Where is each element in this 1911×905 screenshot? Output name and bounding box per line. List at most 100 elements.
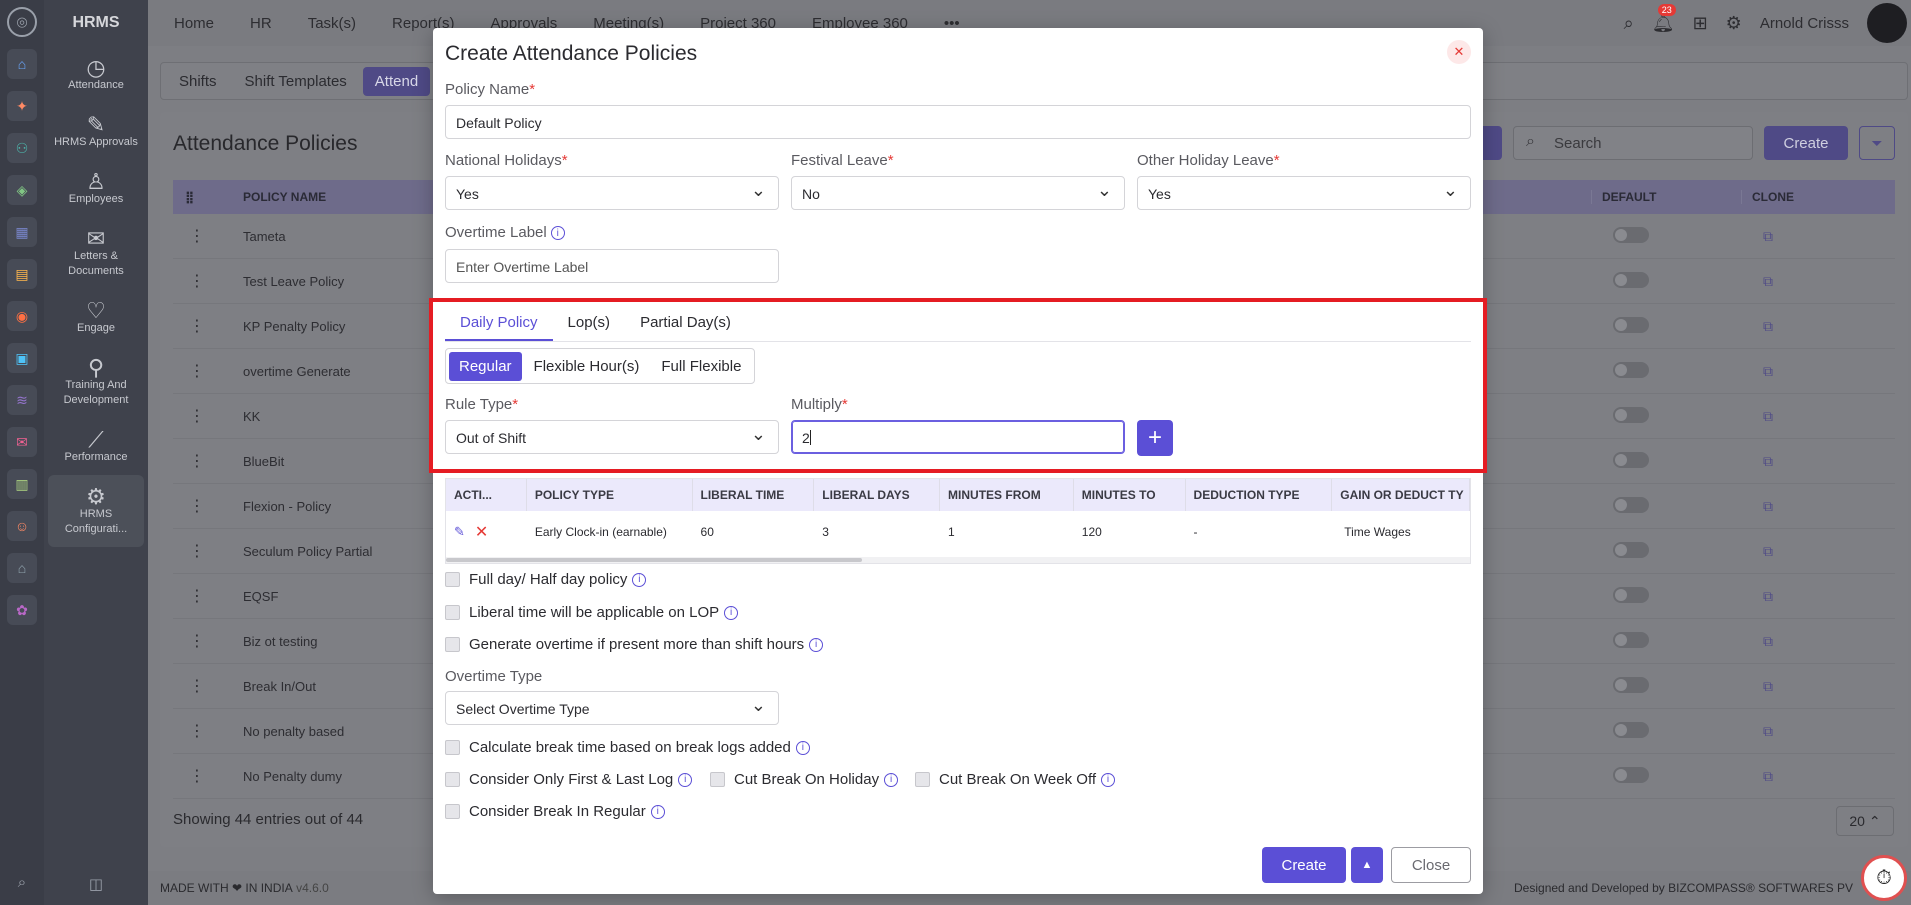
sidebar-item-engage[interactable]: ♡ Engage — [44, 289, 148, 346]
col-clone[interactable]: CLONE — [1741, 190, 1794, 204]
row-menu-icon[interactable]: ⋮ — [173, 496, 243, 516]
info-icon[interactable]: i — [884, 772, 899, 787]
clone-icon[interactable]: ⧉ — [1741, 363, 1773, 380]
sidebar-item-employees[interactable]: ♙ Employees — [44, 160, 148, 217]
default-toggle[interactable] — [1591, 406, 1741, 426]
sidebar-item-configuration[interactable]: ⚙ HRMS Configurati... — [48, 475, 144, 547]
settings-icon[interactable]: ⚙ — [1726, 13, 1742, 34]
rail-user-icon[interactable]: ☺ — [7, 511, 37, 541]
timer-icon[interactable]: ⏱ — [1861, 855, 1907, 901]
app-logo-icon[interactable]: ◎ — [7, 7, 37, 37]
rail-chart-icon[interactable]: ≋ — [7, 385, 37, 415]
row-menu-icon[interactable]: ⋮ — [173, 766, 243, 786]
default-toggle[interactable] — [1591, 271, 1741, 291]
default-toggle[interactable] — [1591, 541, 1741, 561]
info-icon[interactable]: i — [795, 740, 810, 755]
cut-break-holiday-checkbox[interactable]: Cut Break On Holiday i — [710, 771, 899, 788]
tab-lops[interactable]: Lop(s) — [553, 304, 626, 341]
tab-daily-policy[interactable]: Daily Policy — [445, 304, 553, 341]
rail-doc-icon[interactable]: ▣ — [7, 343, 37, 373]
default-toggle[interactable] — [1591, 451, 1741, 471]
clone-icon[interactable]: ⧉ — [1741, 633, 1773, 650]
clone-icon[interactable]: ⧉ — [1741, 588, 1773, 605]
avatar[interactable] — [1867, 3, 1907, 43]
clone-icon[interactable]: ⧉ — [1741, 543, 1773, 560]
rail-hrms-icon[interactable]: ⚇ — [7, 133, 37, 163]
sidebar-item-performance[interactable]: ⟋ Performance — [44, 418, 148, 475]
col-default[interactable]: DEFAULT — [1591, 190, 1741, 204]
clone-icon[interactable]: ⧉ — [1741, 723, 1773, 740]
row-menu-icon[interactable]: ⋮ — [173, 271, 243, 291]
overtime-type-select[interactable]: Select Overtime Type — [445, 691, 779, 725]
info-icon[interactable]: i — [724, 605, 739, 620]
tab-partial-days[interactable]: Partial Day(s) — [625, 304, 746, 341]
full-half-day-checkbox[interactable]: Full day/ Half day policy i — [445, 571, 647, 588]
generate-overtime-checkbox[interactable]: Generate overtime if present more than s… — [445, 636, 824, 653]
page-size-select[interactable]: 20 ⌃ — [1836, 806, 1894, 836]
close-icon[interactable]: ✕ — [1447, 40, 1471, 64]
filter-icon[interactable]: ⏷ — [1859, 126, 1895, 160]
rail-settings-icon[interactable]: ✿ — [7, 595, 37, 625]
create-button[interactable]: Create — [1262, 847, 1346, 883]
row-menu-icon[interactable]: ⋮ — [173, 676, 243, 696]
sidebar-item-documents[interactable]: ✉ Letters & Documents — [44, 217, 148, 289]
default-toggle[interactable] — [1591, 361, 1741, 381]
tab-shifts[interactable]: Shifts — [167, 67, 229, 96]
default-toggle[interactable] — [1591, 226, 1741, 246]
create-policy-button[interactable]: Create — [1764, 126, 1848, 160]
clone-icon[interactable]: ⧉ — [1741, 498, 1773, 515]
rule-type-select[interactable]: Out of Shift — [445, 420, 779, 454]
row-menu-icon[interactable]: ⋮ — [173, 316, 243, 336]
add-rule-button[interactable]: + — [1137, 420, 1173, 456]
clone-icon[interactable]: ⧉ — [1741, 273, 1773, 290]
other-holiday-leave-select[interactable]: Yes — [1137, 176, 1471, 210]
tab-attendance-policies[interactable]: Attend — [362, 66, 431, 96]
row-menu-icon[interactable]: ⋮ — [173, 631, 243, 651]
clone-icon[interactable]: ⧉ — [1741, 768, 1773, 785]
overtime-label-input[interactable]: Enter Overtime Label — [445, 249, 779, 283]
national-holidays-select[interactable]: Yes — [445, 176, 779, 210]
nav-hr[interactable]: HR — [232, 15, 290, 32]
clone-icon[interactable]: ⧉ — [1741, 318, 1773, 335]
bell-icon[interactable]: 🔔︎ 23 — [1652, 3, 1676, 34]
segment-flexible-hours[interactable]: Flexible Hour(s) — [524, 352, 650, 381]
rail-search-icon[interactable]: ⌕ — [0, 874, 44, 891]
close-button[interactable]: Close — [1391, 847, 1471, 883]
default-toggle[interactable] — [1591, 316, 1741, 336]
multiply-input[interactable]: 2 — [791, 420, 1125, 454]
info-icon[interactable]: i — [550, 226, 565, 241]
sidebar-collapse-icon[interactable]: ◫ — [44, 875, 148, 893]
create-options-button[interactable]: ▲ — [1351, 847, 1383, 883]
row-menu-icon[interactable]: ⋮ — [173, 361, 243, 381]
policy-name-input[interactable]: Default Policy — [445, 105, 1471, 139]
default-toggle[interactable] — [1591, 676, 1741, 696]
search-icon[interactable]: ⌕ — [1624, 13, 1634, 34]
default-toggle[interactable] — [1591, 766, 1741, 786]
rail-home-icon[interactable]: ⌂ — [7, 49, 37, 79]
nav-home[interactable]: Home — [156, 15, 232, 32]
break-in-regular-checkbox[interactable]: Consider Break In Regular i — [445, 803, 665, 820]
info-icon[interactable]: i — [632, 572, 647, 587]
rail-mail-icon[interactable]: ✉ — [7, 427, 37, 457]
user-name[interactable]: Arnold Crisss — [1760, 15, 1849, 32]
default-toggle[interactable] — [1591, 586, 1741, 606]
columns-icon[interactable]: ⣿ — [173, 190, 243, 204]
calculate-break-checkbox[interactable]: Calculate break time based on break logs… — [445, 739, 810, 756]
tab-shift-templates[interactable]: Shift Templates — [233, 67, 359, 96]
delete-icon[interactable]: ✕ — [475, 522, 488, 542]
first-last-log-checkbox[interactable]: Consider Only First & Last Log i — [445, 771, 693, 788]
row-menu-icon[interactable]: ⋮ — [173, 586, 243, 606]
nav-tasks[interactable]: Task(s) — [290, 15, 374, 32]
default-toggle[interactable] — [1591, 496, 1741, 516]
rail-target-icon[interactable]: ◉ — [7, 301, 37, 331]
row-menu-icon[interactable]: ⋮ — [173, 721, 243, 741]
rail-file-icon[interactable]: ▥ — [7, 469, 37, 499]
rail-crm-icon[interactable]: ◈ — [7, 175, 37, 205]
info-icon[interactable]: i — [809, 637, 824, 652]
sidebar-item-training[interactable]: ⚲ Training And Development — [44, 346, 148, 418]
default-toggle[interactable] — [1591, 721, 1741, 741]
clone-icon[interactable]: ⧉ — [1741, 678, 1773, 695]
festival-leave-select[interactable]: No — [791, 176, 1125, 210]
segment-regular[interactable]: Regular — [449, 351, 522, 381]
info-icon[interactable]: i — [1101, 772, 1116, 787]
